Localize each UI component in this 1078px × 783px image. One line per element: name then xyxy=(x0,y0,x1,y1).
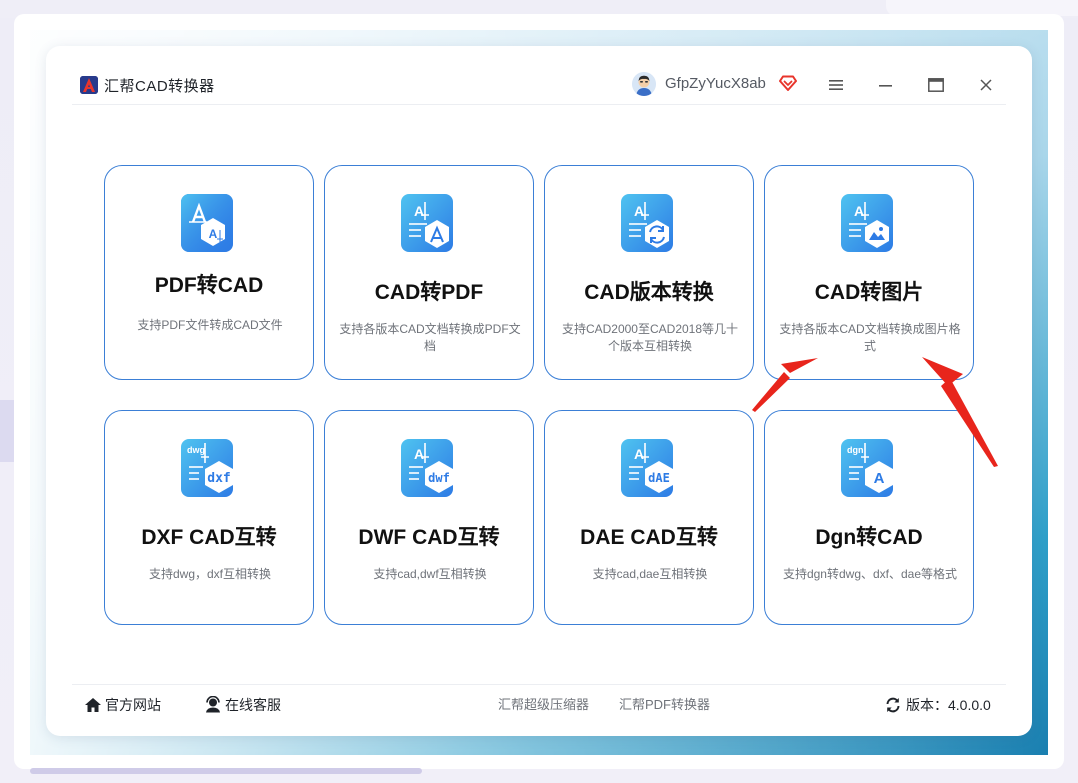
minimize-icon xyxy=(879,85,892,87)
version-label: 版本：4.0.0.0 xyxy=(906,697,991,713)
official-site-link[interactable]: 官方网站 xyxy=(84,694,161,716)
card-dwf-cad[interactable]: A dwf DWF CAD互转 支持cad,dwf互相转换 xyxy=(324,410,534,625)
close-button[interactable] xyxy=(973,72,999,98)
version-info: 版本：4.0.0.0 xyxy=(884,694,991,716)
app-window: 汇帮CAD转换器 GfpZyYucX8ab A PDF转CAD 支持PDF文件转… xyxy=(46,46,1032,736)
background-bottom-bar xyxy=(30,768,422,774)
compressor-link[interactable]: 汇帮超级压缩器 xyxy=(498,694,589,716)
card-dxf-cad[interactable]: dwg dxf DXF CAD互转 支持dwg，dxf互相转换 xyxy=(104,410,314,625)
online-support-label: 在线客服 xyxy=(225,697,281,713)
username[interactable]: GfpZyYucX8ab xyxy=(665,75,766,92)
title-separator xyxy=(72,104,1006,105)
svg-text:A: A xyxy=(209,227,218,241)
card-desc: 支持dwg，dxf互相转换 xyxy=(148,567,272,581)
card-cad-to-pdf[interactable]: A CAD转PDF 支持各版本CAD文档转换成PDF文档 xyxy=(324,165,534,380)
menu-button[interactable] xyxy=(823,72,849,98)
home-icon xyxy=(84,696,102,714)
svg-text:A: A xyxy=(634,203,644,219)
title-bar[interactable]: 汇帮CAD转换器 GfpZyYucX8ab xyxy=(46,46,1032,104)
dae-cad-icon: A dAE xyxy=(621,439,673,497)
svg-text:A: A xyxy=(854,203,864,219)
vip-diamond-icon[interactable] xyxy=(779,75,797,91)
minimize-button[interactable] xyxy=(873,72,899,98)
card-desc: 支持cad,dwf互相转换 xyxy=(373,567,487,581)
cad-to-pdf-icon: A xyxy=(401,194,453,252)
card-title: DXF CAD互转 xyxy=(141,526,277,549)
app-logo-icon xyxy=(80,76,98,94)
card-desc: 支持dgn转dwg、dxf、dae等格式 xyxy=(782,567,958,581)
online-support-link[interactable]: 在线客服 xyxy=(204,694,281,716)
card-title: PDF转CAD xyxy=(154,274,264,297)
badge-text: dxf xyxy=(207,471,230,486)
maximize-button[interactable] xyxy=(923,72,949,98)
cad-to-image-icon: A xyxy=(841,194,893,252)
badge-tag: dwg xyxy=(187,445,205,455)
badge-tag: dgn xyxy=(847,445,864,455)
badge-tag: A xyxy=(414,446,424,462)
card-dgn-to-cad[interactable]: dgn A Dgn转CAD 支持dgn转dwg、dxf、dae等格式 xyxy=(764,410,974,625)
card-title: Dgn转CAD xyxy=(815,526,923,549)
dxf-cad-icon: dwg dxf xyxy=(181,439,233,497)
card-title: CAD版本转换 xyxy=(584,281,714,304)
badge-tag: A xyxy=(634,446,644,462)
card-desc: 支持PDF文件转成CAD文件 xyxy=(137,318,283,332)
card-title: CAD转图片 xyxy=(814,281,924,304)
dwf-cad-icon: A dwf xyxy=(401,439,453,497)
card-cad-to-image[interactable]: A CAD转图片 支持各版本CAD文档转换成图片格式 xyxy=(764,165,974,380)
close-icon xyxy=(980,79,992,91)
maximize-icon xyxy=(928,78,944,92)
card-desc: 支持cad,dae互相转换 xyxy=(592,567,708,581)
app-title: 汇帮CAD转换器 xyxy=(104,78,215,95)
user-avatar[interactable] xyxy=(632,72,656,96)
svg-text:A: A xyxy=(414,203,424,219)
card-desc: 支持CAD2000至CAD2018等几十个版本互相转换 xyxy=(561,322,739,353)
card-pdf-to-cad[interactable]: A PDF转CAD 支持PDF文件转成CAD文件 xyxy=(104,165,314,380)
headset-icon xyxy=(204,696,222,714)
badge-text: dAE xyxy=(648,471,670,485)
card-title: CAD转PDF xyxy=(374,281,484,304)
pdf-converter-link[interactable]: 汇帮PDF转换器 xyxy=(619,694,710,716)
card-desc: 支持各版本CAD文档转换成图片格式 xyxy=(779,322,961,353)
menu-icon xyxy=(829,80,843,90)
badge-text: dwf xyxy=(428,471,450,485)
card-dae-cad[interactable]: A dAE DAE CAD互转 支持cad,dae互相转换 xyxy=(544,410,754,625)
badge-text: A xyxy=(874,470,885,487)
pdf-to-cad-icon: A xyxy=(181,194,233,252)
refresh-icon[interactable] xyxy=(884,696,902,714)
card-title: DWF CAD互转 xyxy=(358,526,500,549)
official-site-label: 官方网站 xyxy=(105,697,161,713)
dgn-to-cad-icon: dgn A xyxy=(841,439,893,497)
card-title: DAE CAD互转 xyxy=(580,526,718,549)
card-cad-version-convert[interactable]: A CAD版本转换 支持CAD2000至CAD2018等几十个版本互相转换 xyxy=(544,165,754,380)
cad-version-convert-icon: A xyxy=(621,194,673,252)
card-desc: 支持各版本CAD文档转换成PDF文档 xyxy=(339,322,521,353)
footer-separator xyxy=(72,684,1006,685)
